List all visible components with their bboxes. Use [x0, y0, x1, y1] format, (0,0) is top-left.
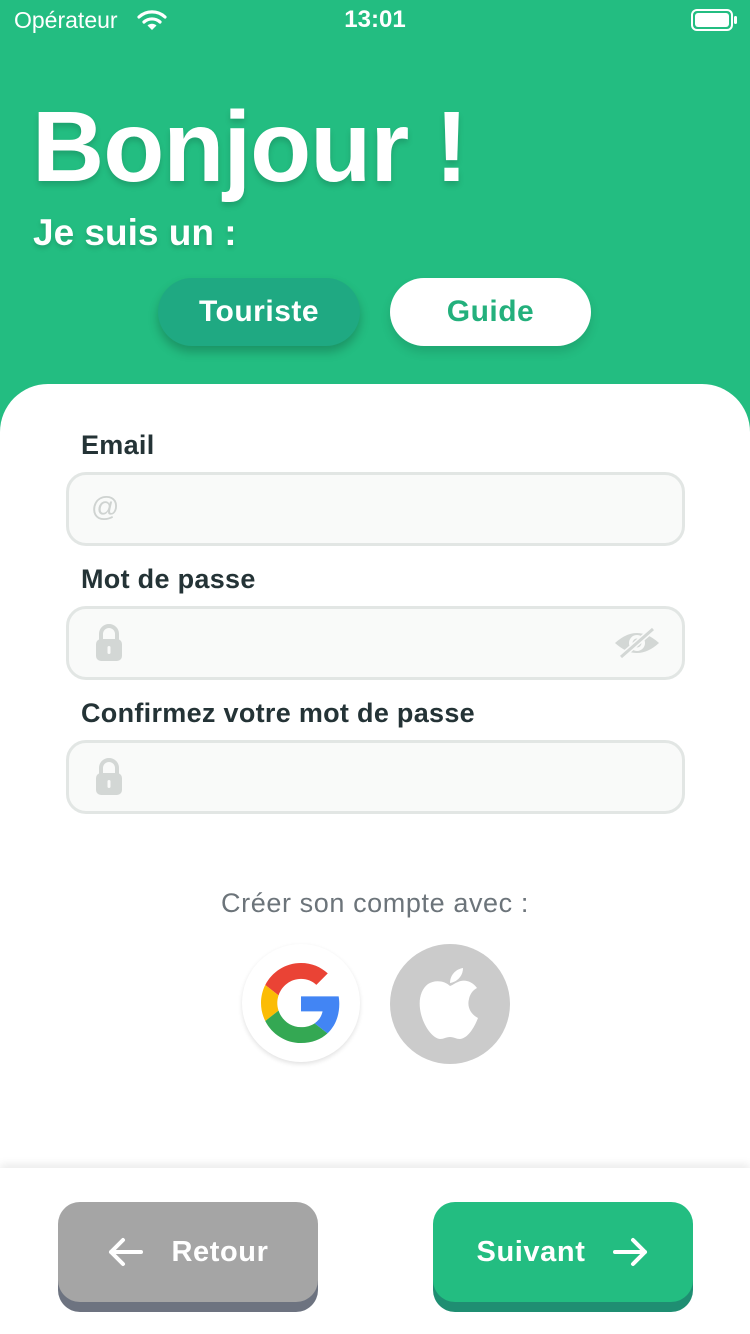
email-label: Email [81, 430, 155, 460]
social-signup-label: Créer son compte avec : [221, 888, 529, 918]
battery-icon [691, 9, 737, 31]
apple-signup-button[interactable] [390, 944, 510, 1064]
next-button[interactable]: Suivant [433, 1202, 693, 1302]
apple-icon [419, 968, 478, 1039]
confirm-password-label: Confirmez votre mot de passe [81, 698, 475, 728]
lock-icon [96, 758, 122, 795]
arrow-right-icon [613, 1238, 648, 1266]
google-signup-button[interactable] [242, 944, 360, 1062]
google-icon [261, 963, 340, 1043]
eye-slash-icon[interactable] [612, 626, 662, 660]
role-touriste-button[interactable]: Touriste [158, 278, 360, 346]
password-label: Mot de passe [81, 564, 256, 594]
role-prompt: Je suis un : [33, 212, 237, 253]
status-bar: Opérateur 13:01 [0, 0, 750, 40]
lock-icon [96, 624, 122, 661]
role-guide-button[interactable]: Guide [390, 278, 591, 346]
status-time: 13:01 [344, 6, 406, 33]
at-icon: @ [91, 491, 120, 522]
email-field[interactable]: @ [66, 472, 685, 546]
back-button-label: Retour [171, 1235, 269, 1268]
arrow-left-icon [109, 1238, 144, 1266]
back-button[interactable]: Retour [58, 1202, 318, 1302]
next-button-label: Suivant [476, 1235, 586, 1268]
password-field[interactable] [66, 606, 685, 680]
confirm-password-field[interactable] [66, 740, 685, 814]
page-title: Bonjour ! [32, 91, 468, 203]
